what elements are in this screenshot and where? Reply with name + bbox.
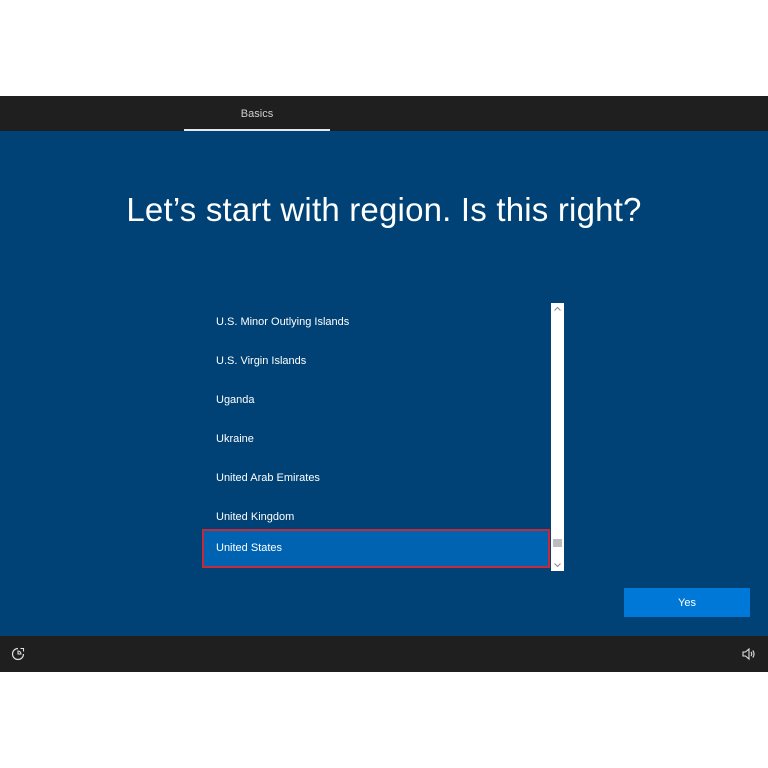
top-bar: Basics [0,96,768,131]
list-item[interactable]: Ukraine [202,420,550,459]
oobe-screen: Basics Let’s start with region. Is this … [0,96,768,672]
yes-button[interactable]: Yes [624,588,750,617]
list-scrollbar[interactable] [551,303,564,571]
list-item[interactable]: U.S. Minor Outlying Islands [202,303,550,342]
region-list[interactable]: U.S. Minor Outlying Islands U.S. Virgin … [202,303,564,571]
bottom-bar [0,636,768,672]
tab-active-indicator [184,129,330,131]
scroll-up-icon[interactable] [551,303,564,315]
volume-icon[interactable] [741,646,757,662]
page-title: Let’s start with region. Is this right? [126,191,642,228]
tab-basics[interactable]: Basics [184,96,330,131]
scroll-down-icon[interactable] [551,559,564,571]
ease-of-access-icon[interactable] [10,646,26,662]
list-item[interactable]: United Arab Emirates [202,459,550,498]
list-item-selected[interactable]: United States [202,529,550,568]
list-item[interactable]: U.S. Virgin Islands [202,342,550,381]
list-item[interactable]: Uganda [202,381,550,420]
scroll-thumb[interactable] [553,539,562,547]
